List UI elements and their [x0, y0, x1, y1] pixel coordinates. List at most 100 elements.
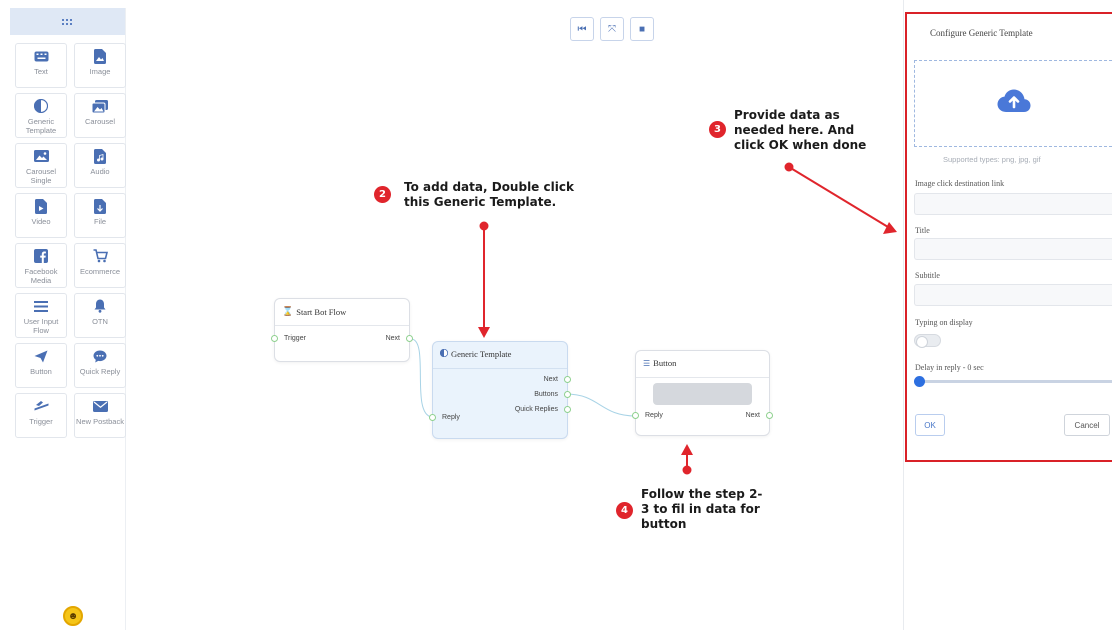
palette-item-user-input-flow[interactable]: User Input Flow: [15, 293, 67, 338]
palette-item-label: Quick Reply: [79, 367, 121, 376]
chat-bubble-icon: [93, 348, 107, 364]
trigger-icon: [34, 398, 49, 414]
list-icon: [34, 298, 48, 314]
delay-in-reply-label: Delay in reply - 0 sec: [915, 363, 984, 372]
contrast-icon: [34, 98, 48, 114]
next-port-label: Next: [543, 376, 558, 383]
palette-item-otn[interactable]: OTN: [74, 293, 126, 338]
bot-avatar-icon[interactable]: ☻: [63, 606, 83, 626]
palette-item-label: Ecommerce: [79, 267, 120, 276]
sidebar-header[interactable]: [10, 8, 125, 35]
grid-icon: [62, 15, 73, 29]
image-file-icon: [94, 48, 106, 64]
facebook-icon: [34, 248, 48, 264]
trigger-input-port[interactable]: [271, 335, 278, 342]
annotation-step-2: To add data, Double click this Generic T…: [404, 180, 574, 209]
panel-title: Configure Generic Template: [930, 28, 1033, 38]
palette-item-label: Image: [89, 67, 111, 76]
image-upload-dropzone[interactable]: [914, 60, 1112, 147]
palette-item-carousel-single[interactable]: Carousel Single: [15, 143, 67, 188]
palette-item-label: OTN: [92, 317, 108, 326]
fit-screen-icon: ⤧: [608, 23, 616, 35]
reply-input-port[interactable]: [632, 412, 639, 419]
palette-item-label: New Postback: [76, 417, 124, 426]
buttons-output-port[interactable]: [564, 391, 571, 398]
generic-template-node[interactable]: Generic Template Next Buttons Quick Repl…: [429, 341, 571, 439]
quick-replies-output-port[interactable]: [564, 406, 571, 413]
reply-input-port[interactable]: [429, 414, 436, 421]
palette-item-trigger[interactable]: Trigger: [15, 393, 67, 438]
palette-item-label: Text: [34, 67, 48, 76]
gallery-icon: [92, 98, 108, 114]
delay-slider-track[interactable]: [918, 380, 1112, 383]
audio-file-icon: [94, 148, 106, 164]
palette-item-label: User Input Flow: [23, 317, 59, 335]
canvas-toolbar: ⏮ ⤧ ■: [570, 17, 654, 41]
subtitle-input[interactable]: [914, 284, 1112, 306]
palette-item-text[interactable]: Text: [15, 43, 67, 88]
quick-replies-port-label: Quick Replies: [514, 406, 558, 413]
contrast-icon: [439, 348, 449, 359]
keyboard-icon: [34, 48, 49, 64]
button-node[interactable]: ☰ Button Reply Next: [632, 350, 773, 436]
step-badge-2: 2: [374, 186, 391, 203]
node-divider: [433, 368, 567, 369]
palette-item-file[interactable]: File: [74, 193, 126, 238]
video-file-icon: [35, 198, 47, 214]
palette-item-button[interactable]: Button: [15, 343, 67, 388]
node-divider: [275, 325, 409, 326]
palette-item-label: Button: [30, 367, 52, 376]
palette-item-audio[interactable]: Audio: [74, 143, 126, 188]
node-title: ☰ Button: [643, 358, 677, 368]
ok-button[interactable]: OK: [915, 414, 945, 436]
node-divider: [636, 377, 769, 378]
next-output-port[interactable]: [406, 335, 413, 342]
button-placeholder[interactable]: [653, 383, 752, 405]
annotation-arrow-2: [478, 221, 490, 338]
start-bot-flow-node[interactable]: ⌛ Start Bot Flow Trigger Next: [271, 298, 413, 362]
title-label: Title: [915, 226, 930, 235]
palette-item-video[interactable]: Video: [15, 193, 67, 238]
cloud-upload-icon: [997, 89, 1031, 118]
next-output-port[interactable]: [564, 376, 571, 383]
connection-start-to-generic: [410, 338, 433, 418]
step-badge-3: 3: [709, 121, 726, 138]
title-input[interactable]: [914, 238, 1112, 260]
connection-buttons-to-button: [565, 393, 637, 417]
trigger-port-label: Trigger: [284, 335, 306, 342]
step-back-button[interactable]: ⏮: [570, 17, 594, 41]
annotation-step-4: Follow the step 2-3 to fil in data for b…: [641, 487, 763, 531]
typing-on-display-toggle[interactable]: [914, 334, 941, 348]
cart-icon: [93, 248, 108, 264]
next-output-port[interactable]: [766, 412, 773, 419]
image-link-label: Image click destination link: [915, 179, 1005, 188]
save-button[interactable]: ■: [630, 17, 654, 41]
list-icon: ☰: [643, 358, 651, 368]
delay-slider-thumb[interactable]: [914, 376, 925, 387]
node-title: Generic Template: [433, 342, 567, 359]
step-back-icon: ⏮: [577, 23, 587, 35]
next-port-label: Next: [745, 412, 760, 419]
subtitle-label: Subtitle: [915, 271, 940, 280]
palette-item-image[interactable]: Image: [74, 43, 126, 88]
typing-on-display-label: Typing on display: [915, 318, 973, 327]
annotation-arrow-4: [681, 444, 693, 475]
cancel-button[interactable]: Cancel: [1064, 414, 1110, 436]
palette-item-ecommerce[interactable]: Ecommerce: [74, 243, 126, 288]
palette-item-generic-template[interactable]: Generic Template: [15, 93, 67, 138]
hourglass-icon: ⌛: [282, 306, 294, 316]
palette-grid: Text Image Generic Template Carousel Car…: [10, 35, 126, 438]
palette-item-carousel[interactable]: Carousel: [74, 93, 126, 138]
annotation-arrow-3: [784, 162, 897, 234]
palette-item-label: Audio: [90, 167, 110, 176]
envelope-icon: [92, 398, 108, 414]
image-link-input[interactable]: [914, 193, 1112, 215]
palette-item-label: Trigger: [29, 417, 53, 426]
save-icon: ■: [638, 23, 646, 35]
picture-icon: [33, 148, 49, 164]
palette-item-label: File: [93, 217, 107, 226]
palette-item-new-postback[interactable]: New Postback: [74, 393, 126, 438]
palette-item-facebook-media[interactable]: Facebook Media: [15, 243, 67, 288]
palette-item-quick-reply[interactable]: Quick Reply: [74, 343, 126, 388]
fit-screen-button[interactable]: ⤧: [600, 17, 624, 41]
